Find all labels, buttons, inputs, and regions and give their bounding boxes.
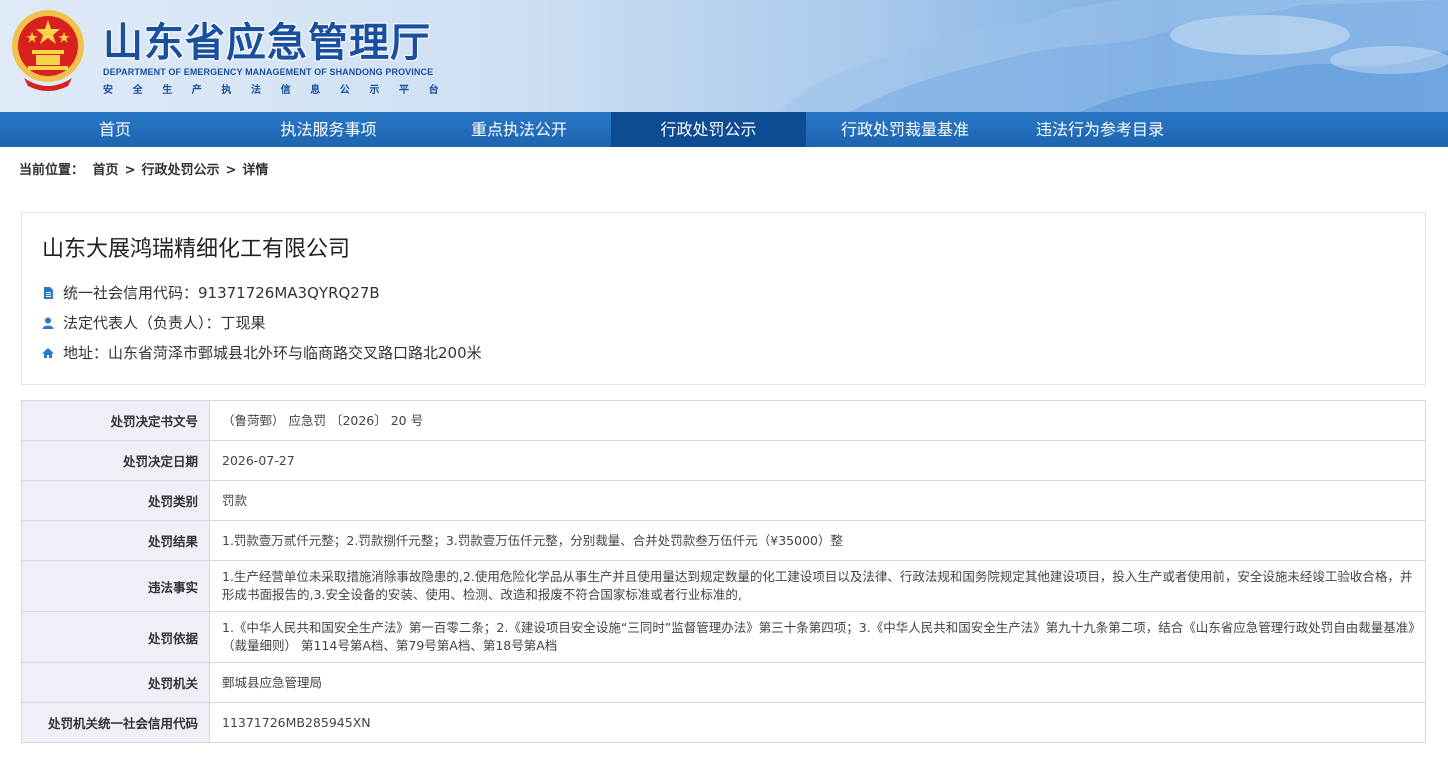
table-row: 处罚结果 1.罚款壹万贰仟元整；2.罚款捌仟元整；3.罚款壹万伍仟元整，分别裁量… bbox=[21, 520, 1426, 561]
legal-rep-row: 法定代表人（负责人）：丁现果 bbox=[42, 312, 266, 333]
table-row: 违法事实 1.生产经营单位未采取措施消除事故隐患的,2.使用危险化学品从事生产并… bbox=[21, 560, 1426, 612]
breadcrumb: 当前位置： 首页 > 行政处罚公示 > 详情 bbox=[19, 159, 272, 178]
nav-item-key-enforcement[interactable]: 重点执法公开 bbox=[427, 112, 611, 147]
address-row: 地址：山东省菏泽市鄄城县北外环与临商路交叉路口路北200米 bbox=[42, 342, 482, 363]
breadcrumb-penalty-link[interactable]: 行政处罚公示 bbox=[141, 163, 219, 178]
table-row: 处罚决定日期 2026-07-27 bbox=[21, 440, 1426, 481]
field-label: 处罚机关 bbox=[21, 662, 210, 703]
user-icon bbox=[42, 317, 54, 329]
breadcrumb-separator: > bbox=[225, 163, 237, 178]
field-label: 处罚依据 bbox=[21, 611, 210, 663]
company-name: 山东大展鸿瑞精细化工有限公司 bbox=[42, 237, 351, 262]
map-background-graphic bbox=[780, 0, 1448, 112]
penalty-detail-table: 处罚决定书文号 （鲁菏鄄） 应急罚 〔2026〕 20 号 处罚决定日期 202… bbox=[21, 400, 1426, 743]
table-row: 处罚依据 1.《中华人民共和国安全生产法》第一百零二条；2.《建设项目安全设施“… bbox=[21, 611, 1426, 663]
site-title-english: DEPARTMENT OF EMERGENCY MANAGEMENT OF SH… bbox=[103, 67, 434, 77]
nav-item-penalty-benchmark[interactable]: 行政处罚裁量基准 bbox=[806, 112, 1004, 147]
site-header-banner: 山东省应急管理厅 DEPARTMENT OF EMERGENCY MANAGEM… bbox=[0, 0, 1448, 112]
field-value-document-number: （鲁菏鄄） 应急罚 〔2026〕 20 号 bbox=[209, 400, 1426, 441]
credit-code-text: 统一社会信用代码：91371726MA3QYRQ27B bbox=[63, 284, 380, 302]
table-row: 处罚决定书文号 （鲁菏鄄） 应急罚 〔2026〕 20 号 bbox=[21, 400, 1426, 441]
nav-item-enforcement-services[interactable]: 执法服务事项 bbox=[230, 112, 427, 147]
field-label: 处罚结果 bbox=[21, 520, 210, 561]
company-info-card: 山东大展鸿瑞精细化工有限公司 统一社会信用代码：91371726MA3QYRQ2… bbox=[21, 212, 1426, 385]
field-value-decision-date: 2026-07-27 bbox=[209, 440, 1426, 481]
field-label: 处罚决定书文号 bbox=[21, 400, 210, 441]
field-label: 处罚机关统一社会信用代码 bbox=[21, 702, 210, 743]
field-value-penalty-authority: 鄄城县应急管理局 bbox=[209, 662, 1426, 703]
field-value-authority-credit-code: 11371726MB285945XN bbox=[209, 702, 1426, 743]
field-label: 处罚类别 bbox=[21, 480, 210, 521]
platform-name: 安全生产执法信息公示平台 bbox=[103, 85, 459, 96]
credit-code-row: 统一社会信用代码：91371726MA3QYRQ27B bbox=[42, 282, 380, 303]
national-emblem-icon bbox=[12, 10, 84, 91]
nav-item-violation-catalog[interactable]: 违法行为参考目录 bbox=[1004, 112, 1196, 147]
breadcrumb-current: 详情 bbox=[242, 163, 269, 178]
nav-item-penalty-disclosure[interactable]: 行政处罚公示 bbox=[611, 112, 806, 147]
table-row: 处罚类别 罚款 bbox=[21, 480, 1426, 521]
breadcrumb-separator: > bbox=[124, 163, 136, 178]
table-row: 处罚机关统一社会信用代码 11371726MB285945XN bbox=[21, 702, 1426, 743]
main-nav: 首页 执法服务事项 重点执法公开 行政处罚公示 行政处罚裁量基准 违法行为参考目… bbox=[0, 112, 1448, 147]
field-value-penalty-result: 1.罚款壹万贰仟元整；2.罚款捌仟元整；3.罚款壹万伍仟元整，分别裁量、合并处罚… bbox=[209, 520, 1426, 561]
field-value-penalty-type: 罚款 bbox=[209, 480, 1426, 521]
document-icon bbox=[44, 286, 53, 299]
home-icon bbox=[42, 347, 54, 358]
address-text: 地址：山东省菏泽市鄄城县北外环与临商路交叉路口路北200米 bbox=[63, 344, 482, 362]
site-title: 山东省应急管理厅 bbox=[103, 20, 431, 66]
site-title-block: 山东省应急管理厅 DEPARTMENT OF EMERGENCY MANAGEM… bbox=[103, 20, 458, 96]
field-label: 处罚决定日期 bbox=[21, 440, 210, 481]
field-label: 违法事实 bbox=[21, 560, 210, 612]
field-value-penalty-basis: 1.《中华人民共和国安全生产法》第一百零二条；2.《建设项目安全设施“三同时”监… bbox=[209, 611, 1426, 663]
nav-item-home[interactable]: 首页 bbox=[0, 112, 230, 147]
legal-rep-text: 法定代表人（负责人）：丁现果 bbox=[63, 314, 266, 332]
table-row: 处罚机关 鄄城县应急管理局 bbox=[21, 662, 1426, 703]
field-value-violation-facts: 1.生产经营单位未采取措施消除事故隐患的,2.使用危险化学品从事生产并且使用量达… bbox=[209, 560, 1426, 612]
breadcrumb-prefix: 当前位置： bbox=[19, 163, 85, 178]
breadcrumb-home-link[interactable]: 首页 bbox=[93, 163, 119, 178]
